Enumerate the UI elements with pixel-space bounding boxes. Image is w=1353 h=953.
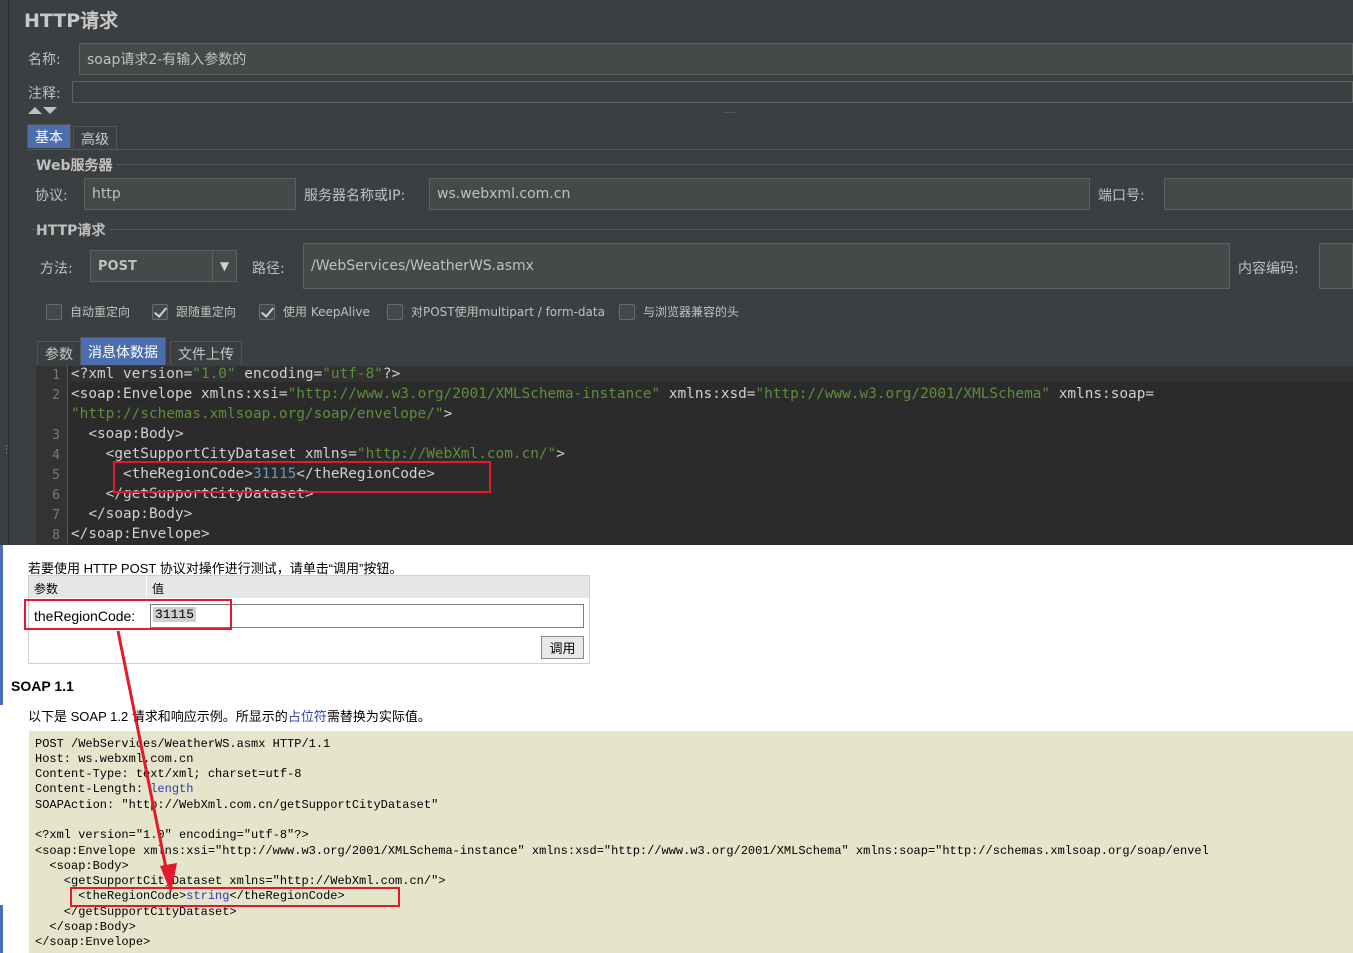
- arrow-icon: [116, 630, 177, 893]
